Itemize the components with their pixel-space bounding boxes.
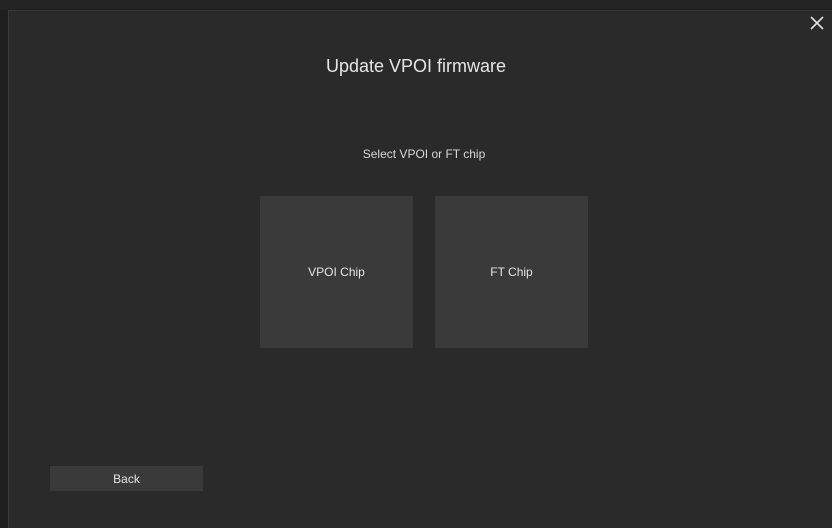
update-firmware-dialog (8, 10, 832, 528)
vpoi-chip-button[interactable]: VPOI Chip (260, 196, 413, 348)
top-strip (0, 0, 832, 10)
back-button-label: Back (113, 471, 140, 486)
dialog-title: Update VPOI firmware (325, 56, 507, 76)
back-button[interactable]: Back (50, 466, 203, 491)
close-icon (810, 16, 824, 30)
ft-chip-button[interactable]: FT Chip (435, 196, 588, 348)
close-button[interactable] (806, 12, 828, 34)
vpoi-chip-label: VPOI Chip (308, 265, 365, 279)
ft-chip-label: FT Chip (490, 265, 533, 279)
dialog-subtitle: Select VPOI or FT chip (362, 147, 486, 161)
app-window: Update VPOI firmware Select VPOI or FT c… (0, 0, 832, 528)
